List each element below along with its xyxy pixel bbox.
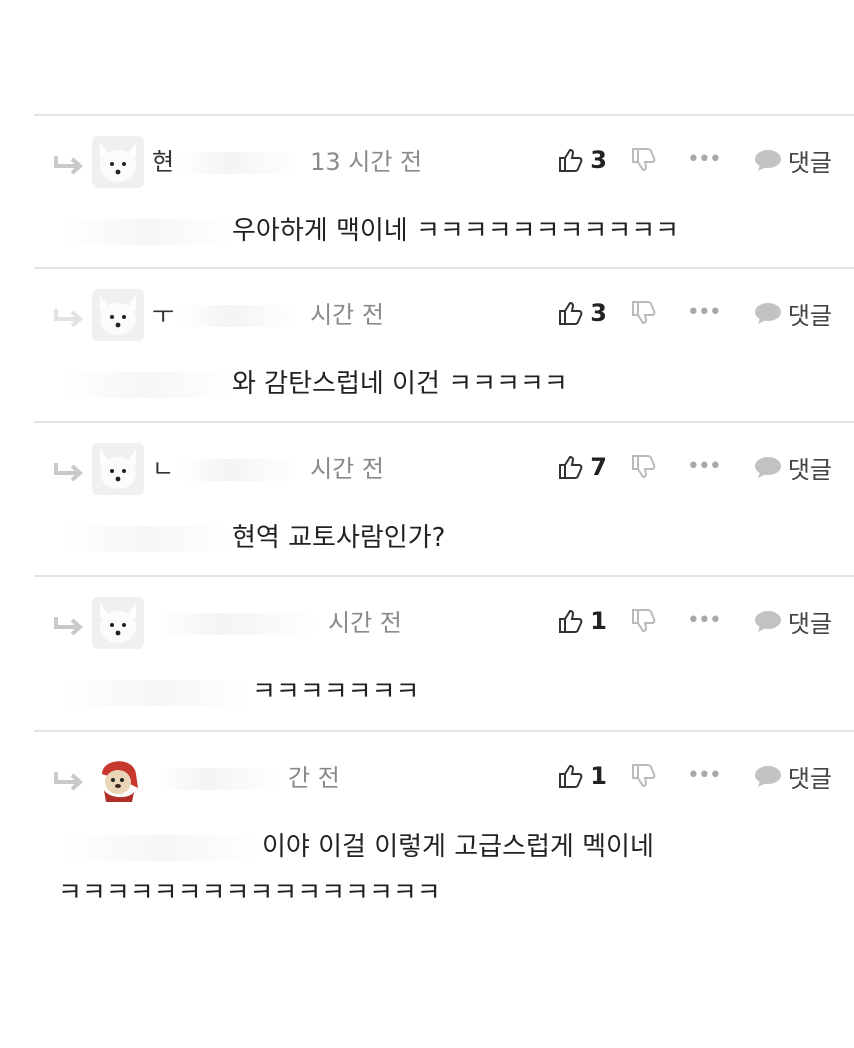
timestamp: 간 전 [288, 764, 340, 792]
speech-bubble-icon [754, 766, 781, 787]
like-count: 1 [590, 762, 607, 790]
redacted-area [62, 371, 232, 398]
like-count: 1 [590, 607, 607, 635]
comment-body: 와 감탄스럽네 이건 ㅋㅋㅋㅋㅋ [62, 361, 568, 407]
avatar[interactable] [92, 136, 144, 188]
more-options-icon[interactable]: ••• [687, 765, 722, 787]
comment-item: 시간 전 1 ••• 댓글 ㅋㅋㅋㅋㅋㅋㅋ [34, 575, 854, 727]
redacted-area [158, 613, 318, 635]
comment-text: 와 감탄스럽네 이건 ㅋㅋㅋㅋㅋ [232, 369, 568, 399]
avatar[interactable] [92, 597, 144, 649]
comment-actions: 7 ••• 댓글 [558, 447, 832, 487]
redacted-area [62, 525, 232, 552]
speech-bubble-icon [754, 303, 781, 324]
comment-item: 현 13 시간 전 3 ••• 댓글 우아하게 맥이네 ㅋㅋㅋㅋㅋㅋㅋㅋㅋㅋㅋ [34, 114, 854, 266]
like-button[interactable]: 1 [558, 607, 607, 635]
more-options-icon[interactable]: ••• [687, 149, 722, 171]
comment-body: ㅋㅋㅋㅋㅋㅋㅋ [62, 669, 419, 715]
reply-label: 댓글 [787, 609, 832, 638]
thumbs-up-icon [559, 301, 583, 325]
comment-actions: 3 ••• 댓글 [558, 140, 832, 180]
comment-item: ㅜ 시간 전 3 ••• 댓글 와 감탄스럽네 이건 ㅋㅋㅋㅋㅋ [34, 267, 854, 419]
reply-arrow-icon [54, 156, 84, 175]
author-name[interactable]: ㄴ [152, 455, 174, 483]
thumbs-up-icon [559, 148, 583, 172]
comment-text-line2: ㅋㅋㅋㅋㅋㅋㅋㅋㅋㅋㅋㅋㅋㅋㅋㅋ [58, 878, 441, 908]
thumbs-up-icon [559, 764, 583, 788]
reply-arrow-icon [54, 309, 84, 328]
thumbs-down-icon[interactable] [631, 608, 657, 634]
redacted-area [180, 459, 301, 481]
reply-arrow-icon [54, 772, 84, 791]
reply-button[interactable]: 댓글 [754, 143, 832, 178]
timestamp: 시간 전 [310, 455, 384, 483]
speech-bubble-icon [754, 611, 781, 632]
redacted-area [62, 834, 262, 861]
thumbs-down-icon[interactable] [631, 147, 657, 173]
timestamp: 시간 전 [328, 609, 402, 637]
comment-text: 우아하게 맥이네 ㅋㅋㅋㅋㅋㅋㅋㅋㅋㅋㅋ [232, 216, 680, 246]
timestamp: 시간 전 [310, 301, 384, 329]
comment-body: 우아하게 맥이네 ㅋㅋㅋㅋㅋㅋㅋㅋㅋㅋㅋ [62, 208, 679, 254]
reply-arrow-icon [54, 463, 84, 482]
redacted-area [180, 152, 301, 174]
avatar[interactable] [92, 752, 144, 804]
comment-meta: 현 13 시간 전 [152, 142, 422, 177]
thumbs-up-icon [559, 455, 583, 479]
comment-body: 현역 교토사람인가? [62, 515, 445, 561]
reply-label: 댓글 [787, 764, 832, 793]
comment-item: ㄴ 시간 전 7 ••• 댓글 현역 교토사람인가? [34, 421, 854, 573]
speech-bubble-icon [754, 150, 781, 171]
avatar[interactable] [92, 443, 144, 495]
thumbs-down-icon[interactable] [631, 763, 657, 789]
comment-item: 간 전 1 ••• 댓글 이야 이걸 이렇게 고급스럽게 멕이네 ㅋㅋㅋㅋㅋㅋㅋ… [34, 730, 854, 930]
comment-meta: ㅜ 시간 전 [152, 295, 384, 330]
reply-button[interactable]: 댓글 [754, 296, 832, 331]
comment-meta: ㄴ 시간 전 [152, 449, 384, 484]
redacted-area [180, 305, 301, 327]
comment-text: ㅋㅋㅋㅋㅋㅋㅋ [252, 677, 420, 707]
comment-actions: 3 ••• 댓글 [558, 293, 832, 333]
reply-arrow-icon [54, 617, 84, 636]
reply-label: 댓글 [787, 301, 832, 330]
redacted-area [62, 218, 232, 245]
reply-label: 댓글 [787, 455, 832, 484]
like-button[interactable]: 7 [558, 453, 607, 481]
timestamp: 13 시간 전 [310, 148, 423, 176]
reply-label: 댓글 [787, 148, 832, 177]
like-button[interactable]: 1 [558, 762, 607, 790]
author-name[interactable]: 현 [152, 148, 174, 176]
like-button[interactable]: 3 [558, 146, 607, 174]
reply-button[interactable]: 댓글 [754, 759, 832, 794]
speech-bubble-icon [754, 457, 781, 478]
like-count: 7 [590, 453, 607, 481]
like-count: 3 [590, 146, 607, 174]
more-options-icon[interactable]: ••• [687, 456, 722, 478]
avatar[interactable] [92, 289, 144, 341]
comment-actions: 1 ••• 댓글 [558, 601, 832, 641]
reply-button[interactable]: 댓글 [754, 450, 832, 485]
redacted-area [158, 768, 278, 790]
thumbs-down-icon[interactable] [631, 454, 657, 480]
comment-body: 이야 이걸 이렇게 고급스럽게 멕이네 ㅋㅋㅋㅋㅋㅋㅋㅋㅋㅋㅋㅋㅋㅋㅋㅋ [58, 824, 654, 916]
more-options-icon[interactable]: ••• [687, 302, 722, 324]
author-name[interactable]: ㅜ [152, 301, 174, 329]
comment-meta: 간 전 [152, 758, 340, 793]
reply-button[interactable]: 댓글 [754, 604, 832, 639]
thumbs-up-icon [559, 609, 583, 633]
comment-text: 이야 이걸 이렇게 고급스럽게 멕이네 [262, 832, 654, 862]
redacted-area [62, 679, 252, 706]
comment-text: 현역 교토사람인가? [232, 523, 446, 553]
comment-meta: 시간 전 [152, 603, 402, 638]
like-button[interactable]: 3 [558, 299, 607, 327]
more-options-icon[interactable]: ••• [687, 610, 722, 632]
comment-actions: 1 ••• 댓글 [558, 756, 832, 796]
thumbs-down-icon[interactable] [631, 300, 657, 326]
like-count: 3 [590, 299, 607, 327]
